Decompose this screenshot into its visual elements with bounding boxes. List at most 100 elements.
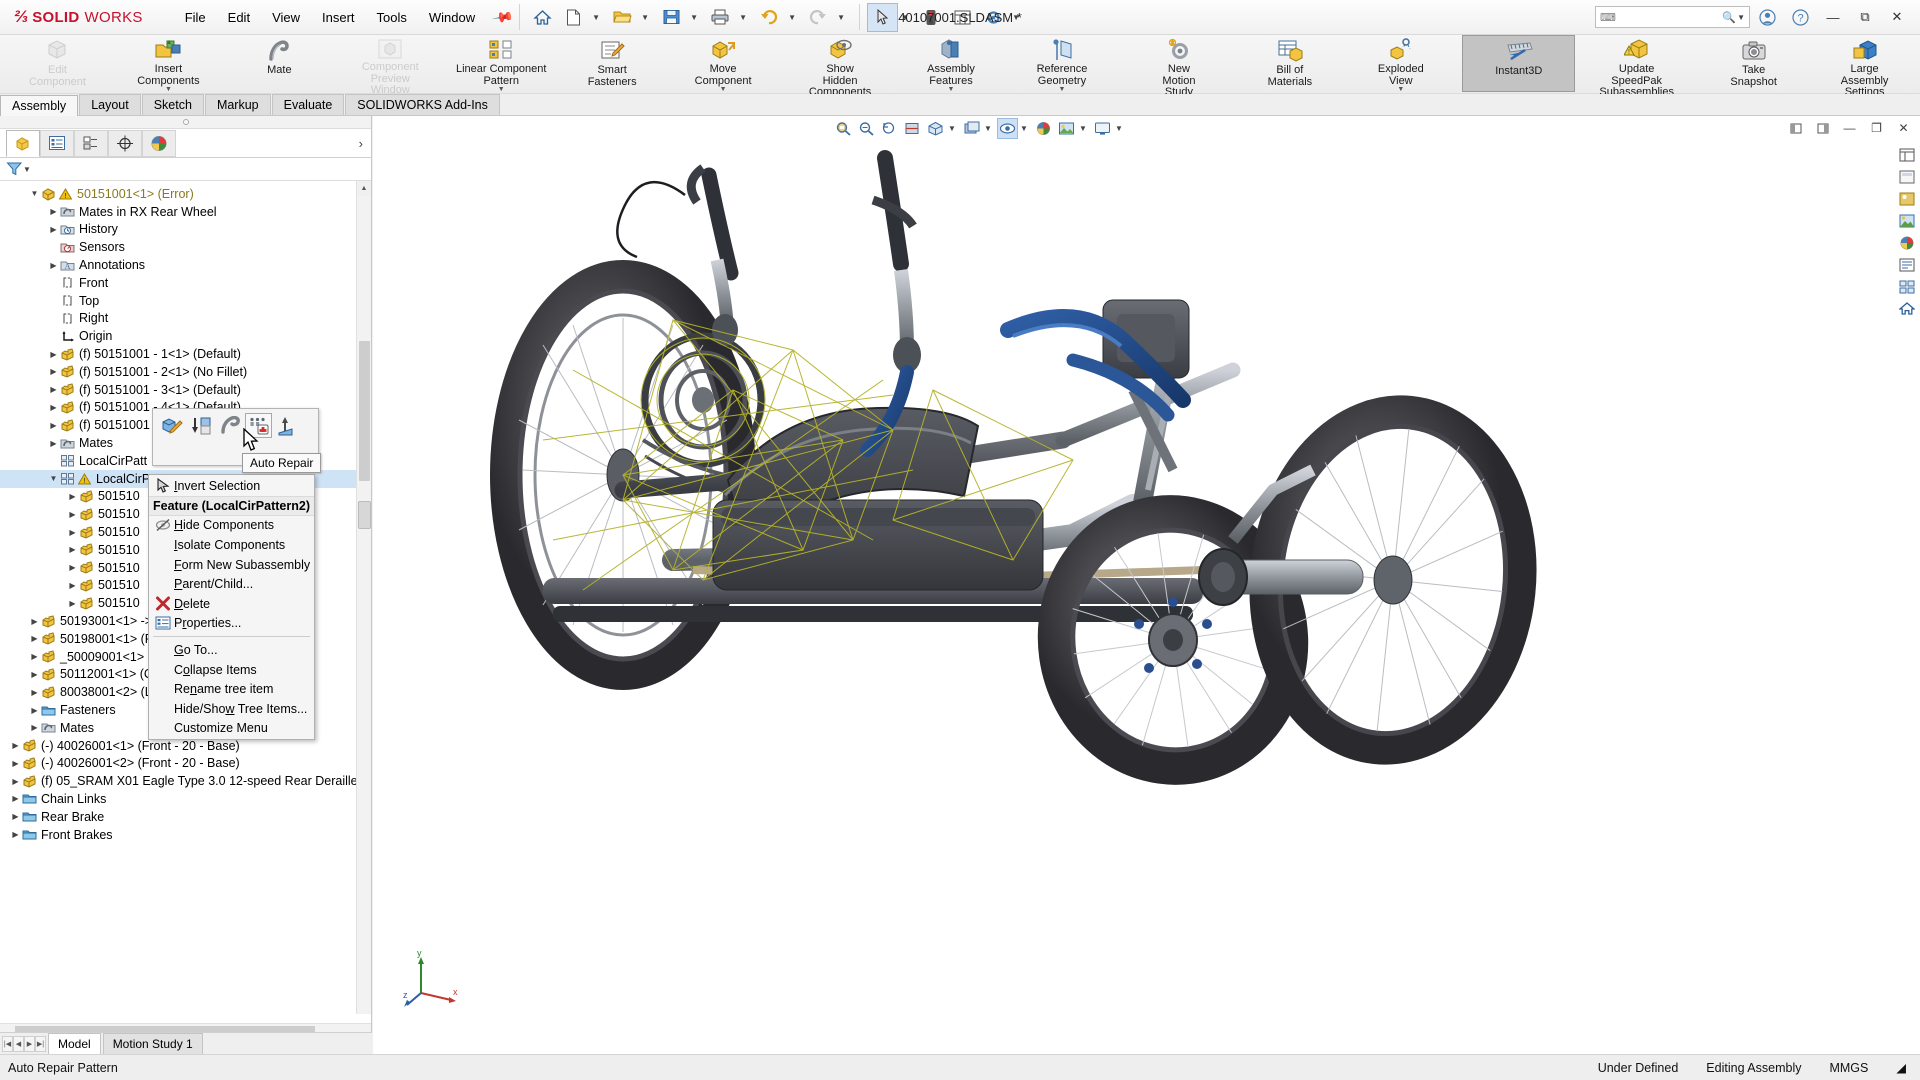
tree-node[interactable]: ▶ (f) 50151001 - 2<1> (No Fillet) — [0, 363, 371, 381]
menu-item-delete[interactable]: Delete — [149, 594, 314, 614]
cmd-mate[interactable]: Mate — [224, 35, 335, 92]
tree-node[interactable]: ▶ (f) 50151001 - 1<1> (Default) — [0, 345, 371, 363]
configuration-manager-tab[interactable] — [74, 129, 108, 157]
chevron-down-icon[interactable]: ▼ — [48, 474, 59, 483]
property-manager-tab[interactable] — [40, 129, 74, 157]
tree-node[interactable]: Front — [0, 274, 371, 292]
feature-manager-tab[interactable] — [6, 129, 40, 157]
view-settings-dropdown[interactable]: ▼ — [1115, 118, 1126, 139]
graphics-area[interactable]: ▼ ▼ ▼ ▼ ▼ — ❐ ✕ y x z — [373, 116, 1920, 1054]
chevron-down-icon[interactable]: ▼ — [948, 86, 955, 93]
panel-splitter[interactable] — [0, 116, 371, 129]
appearances-icon[interactable] — [1896, 188, 1918, 209]
restore-left-icon[interactable] — [1785, 118, 1806, 139]
redo-dropdown[interactable]: ▼ — [834, 3, 852, 32]
chevron-down-icon[interactable]: ▼ — [165, 86, 172, 93]
apply-scene-icon[interactable] — [1056, 118, 1077, 139]
display-style-dropdown[interactable]: ▼ — [984, 118, 995, 139]
tree-vertical-scrollbar[interactable]: ▲ — [356, 181, 371, 1014]
help-icon[interactable]: ? — [1785, 3, 1816, 32]
print-dropdown[interactable]: ▼ — [736, 3, 754, 32]
chevron-right-icon[interactable]: ▶ — [48, 385, 59, 394]
cmd-linear-component-pattern[interactable]: Linear Component Pattern ▼ — [446, 35, 557, 93]
view-settings-icon[interactable] — [1092, 118, 1113, 139]
tree-node[interactable]: ▶ (f) 50151001 - 3<1> (Default) — [0, 381, 371, 399]
section-view-icon[interactable] — [902, 118, 923, 139]
edit-appearance-icon[interactable] — [1033, 118, 1054, 139]
tree-node[interactable]: ▶ (-) 40026001<2> (Front - 20 - Base) — [0, 755, 371, 773]
menu-item-invert-selection[interactable]: Invert Selection — [149, 476, 314, 496]
menu-item-customize-menu[interactable]: Customize Menu — [149, 719, 314, 739]
cmd-large-assembly-settings[interactable]: Large Assembly Settings — [1809, 35, 1920, 98]
menu-item-properties[interactable]: Properties... — [149, 614, 314, 634]
user-icon[interactable] — [1752, 3, 1783, 32]
chevron-right-icon[interactable]: ▶ — [67, 492, 78, 501]
menu-item-parent-child[interactable]: Parent/Child... — [149, 574, 314, 594]
cmd-insert-components[interactable]: Insert Components ▼ — [113, 35, 224, 93]
chevron-right-icon[interactable]: ▶ — [48, 439, 59, 448]
chevron-right-icon[interactable]: ▶ — [48, 367, 59, 376]
tree-node[interactable]: Sensors — [0, 238, 371, 256]
minimize-button[interactable]: — — [1818, 3, 1848, 31]
edit-feature-icon[interactable] — [158, 413, 185, 438]
decals-icon[interactable] — [1896, 232, 1918, 253]
tree-node[interactable]: ▶ A Annotations — [0, 256, 371, 274]
cmd-take-snapshot[interactable]: Take Snapshot — [1698, 35, 1809, 92]
chevron-right-icon[interactable]: ▶ — [10, 777, 21, 786]
tab-sketch[interactable]: Sketch — [141, 94, 204, 115]
tree-node[interactable]: ▶ Chain Links — [0, 790, 371, 808]
menu-item-collapse-items[interactable]: Collapse Items — [149, 660, 314, 680]
menu-item-isolate-components[interactable]: Isolate Components — [149, 535, 314, 555]
chevron-right-icon[interactable]: ▶ — [48, 207, 59, 216]
cmd-exploded-view[interactable]: Exploded View ▼ — [1345, 35, 1456, 93]
tree-node[interactable]: ▶ (f) 05_SRAM X01 Eagle Type 3.0 12-speed… — [0, 772, 371, 790]
cmd-smart-fasteners[interactable]: Smart Fasteners — [557, 35, 668, 92]
chevron-right-icon[interactable]: ▶ — [48, 350, 59, 359]
dimxpert-manager-tab[interactable] — [108, 129, 142, 157]
scenes-icon[interactable] — [1896, 210, 1918, 231]
cmd-update-speedpak[interactable]: ! Update SpeedPak Subassemblies — [1581, 35, 1692, 98]
save-icon[interactable] — [656, 3, 687, 32]
tree-node[interactable]: Right — [0, 310, 371, 328]
chevron-right-icon[interactable]: ▶ — [67, 528, 78, 537]
menu-item-go-to[interactable]: Go To... — [149, 640, 314, 660]
chevron-down-icon[interactable]: ▼ — [1397, 86, 1404, 93]
menu-insert[interactable]: Insert — [311, 5, 366, 30]
last-tab-button[interactable]: ▶| — [35, 1035, 46, 1052]
redo-icon[interactable] — [803, 3, 834, 32]
restore-button[interactable]: ⧉ — [1850, 3, 1880, 31]
open-document-dropdown[interactable]: ▼ — [638, 3, 656, 32]
new-document-icon[interactable] — [558, 3, 589, 32]
restore-right-icon[interactable] — [1812, 118, 1833, 139]
go-to-feature-icon[interactable] — [187, 413, 214, 438]
cmd-instant3d[interactable]: Instant3D — [1462, 35, 1576, 92]
cmd-assembly-features[interactable]: Assembly Features ▼ — [896, 35, 1007, 93]
undo-dropdown[interactable]: ▼ — [785, 3, 803, 32]
scroll-marker[interactable] — [358, 501, 371, 529]
chevron-right-icon[interactable]: ▶ — [48, 403, 59, 412]
menu-item-form-new-subassembly[interactable]: Form New Subassembly — [149, 555, 314, 575]
menu-item-hide-show-tree-items[interactable]: Hide/Show Tree Items... — [149, 699, 314, 719]
select-dropdown[interactable]: ▼ — [898, 3, 916, 32]
chevron-right-icon[interactable]: ▶ — [29, 723, 40, 732]
cmd-new-motion-study[interactable]: New Motion Study — [1123, 35, 1234, 98]
chevron-right-icon[interactable]: ▶ — [48, 421, 59, 430]
chevron-down-icon[interactable]: ▼ — [1058, 86, 1065, 93]
chevron-right-icon[interactable]: ▶ — [67, 599, 78, 608]
rebuild-icon[interactable] — [916, 3, 947, 32]
previous-view-icon[interactable] — [879, 118, 900, 139]
select-icon[interactable] — [866, 2, 898, 32]
pin-icon[interactable]: 📌 — [491, 5, 514, 29]
home-view-icon[interactable] — [1896, 298, 1918, 319]
chevron-right-icon[interactable]: ▶ — [29, 688, 40, 697]
chevron-right-icon[interactable]: ▶ — [48, 261, 59, 270]
chevron-down-icon[interactable]: ▼ — [29, 189, 40, 198]
search-dropdown-icon[interactable]: ▼ — [1737, 13, 1745, 22]
tab-model[interactable]: Model — [48, 1033, 101, 1054]
first-tab-button[interactable]: |◀ — [2, 1035, 13, 1052]
tree-node[interactable]: ▶ Front Brakes — [0, 826, 371, 844]
zoom-to-fit-icon[interactable] — [833, 118, 854, 139]
status-resize-grip[interactable]: ◢ — [1882, 1060, 1920, 1075]
filter-dropdown-icon[interactable]: ▼ — [23, 165, 31, 174]
display-style-icon[interactable] — [961, 118, 982, 139]
